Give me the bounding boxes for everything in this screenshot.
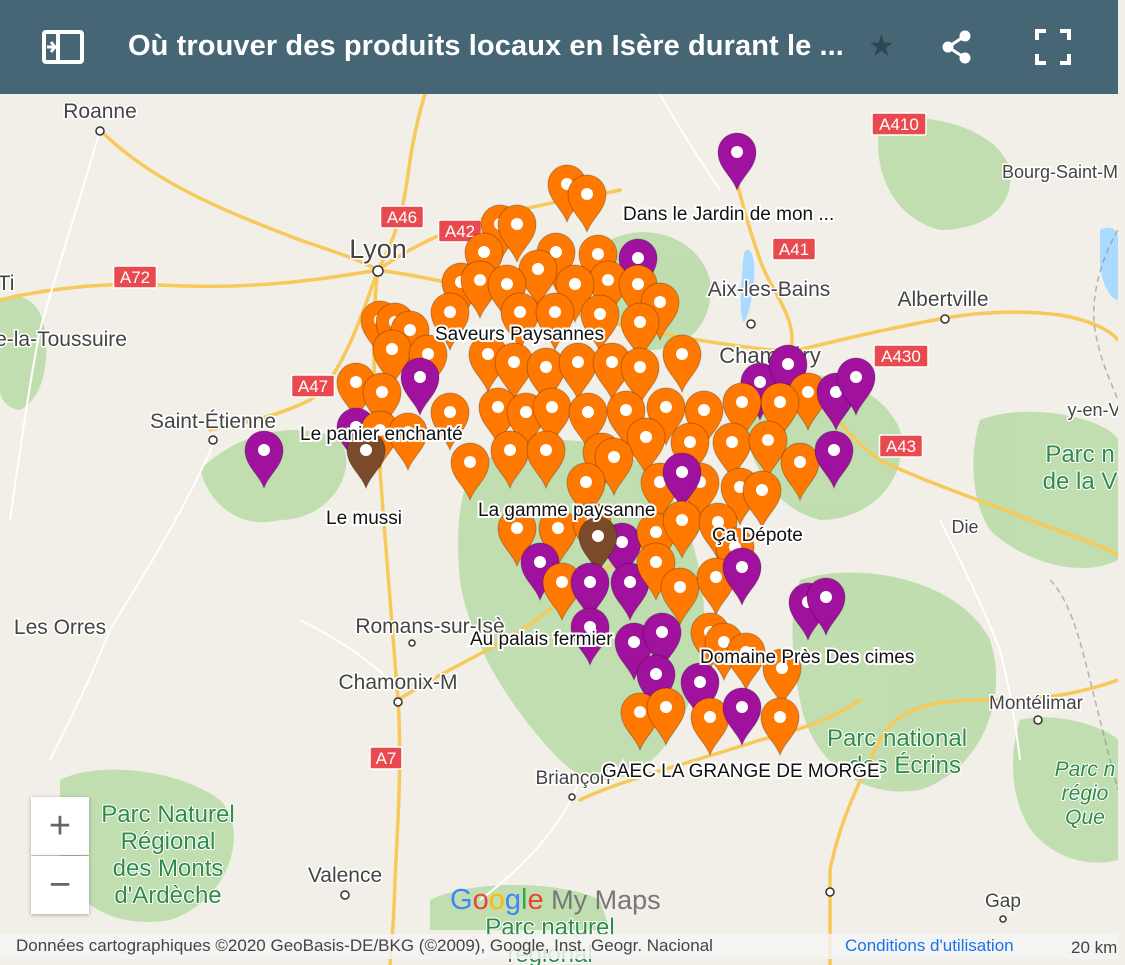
city-label: y-en-Velay [1067, 400, 1118, 420]
svg-text:A46: A46 [387, 208, 417, 227]
city-label: Aix-les-Bains [708, 278, 831, 301]
city-label: Montélimar [989, 693, 1084, 714]
svg-text:A43: A43 [886, 437, 916, 456]
place-label: GAEC LA GRANGE DE MORGE [602, 761, 880, 782]
city-label: Ti [0, 272, 14, 295]
svg-text:A72: A72 [120, 268, 150, 287]
zoom-out-button[interactable]: − [31, 856, 89, 914]
map-header: Où trouver des produits locaux en Isère … [0, 0, 1118, 94]
road-badge: A7 [369, 746, 403, 770]
road-badge: A72 [112, 265, 158, 289]
city-label: Die [951, 517, 978, 537]
road-badge: A410 [871, 112, 927, 136]
place-label: Ça Dépote [712, 525, 803, 546]
star-icon[interactable]: ★ [868, 32, 895, 62]
city-label: Chamonix-M [338, 671, 457, 694]
road-badge: A430 [873, 344, 929, 368]
city-label: Albertville [897, 288, 988, 311]
share-icon[interactable] [930, 20, 984, 74]
zoom-in-button[interactable]: + [31, 797, 89, 855]
park-label: Parc Naturel Régional des Monts d'Ardèche [101, 801, 234, 909]
svg-text:A7: A7 [376, 749, 397, 768]
scale-label: 20 km [1071, 938, 1118, 957]
svg-text:A41: A41 [779, 240, 809, 259]
fullscreen-icon[interactable] [1026, 20, 1080, 74]
road-badge: A43 [878, 434, 924, 458]
map-title: Où trouver des produits locaux en Isère … [128, 30, 844, 62]
city-label: Bourg-Saint-M [1002, 162, 1118, 182]
sidebar-toggle-icon[interactable] [36, 20, 90, 74]
place-label: Dans le Jardin de mon ... [623, 204, 834, 225]
attribution-bar: Données cartographiques ©2020 GeoBasis-D… [0, 934, 1118, 959]
city-label: Lyon [349, 234, 407, 264]
place-label: Le panier enchanté [300, 424, 463, 445]
road-badge: A47 [290, 374, 336, 398]
my-maps-viewer: Où trouver des produits locaux en Isère … [0, 0, 1125, 965]
city-label: Valence [308, 864, 382, 887]
place-label: Le mussi [326, 508, 402, 529]
city-label: Les Orres [14, 616, 106, 639]
google-my-maps-logo: Google My Maps [450, 884, 661, 916]
attribution-text: Données cartographiques ©2020 GeoBasis-D… [16, 936, 713, 955]
city-label: Roanne [63, 100, 137, 123]
road-badge: A46 [379, 205, 425, 229]
place-label: Saveurs Paysannes [435, 324, 604, 345]
city-label: Gap [985, 891, 1021, 912]
map-canvas[interactable]: A410 A46 A42 A41 A72 A430 A47 A43 A7 Parc Nature… [0, 94, 1118, 965]
city-label: ontcouverte-la-Toussuire [0, 328, 127, 351]
place-label: Domaine Près Des cimes [700, 647, 914, 668]
road-badge: A41 [771, 237, 817, 261]
city-label: Saint-Étienne [150, 410, 276, 433]
place-label: Au palais fermier [470, 629, 613, 650]
svg-text:A410: A410 [879, 115, 919, 134]
place-label: La gamme paysanne [478, 500, 655, 521]
svg-text:A430: A430 [881, 347, 921, 366]
svg-text:A47: A47 [298, 377, 328, 396]
park-label: Parc n de la V [1043, 441, 1118, 495]
city-label: Briançon [536, 768, 611, 789]
terms-link[interactable]: Conditions d'utilisation [845, 936, 1014, 956]
